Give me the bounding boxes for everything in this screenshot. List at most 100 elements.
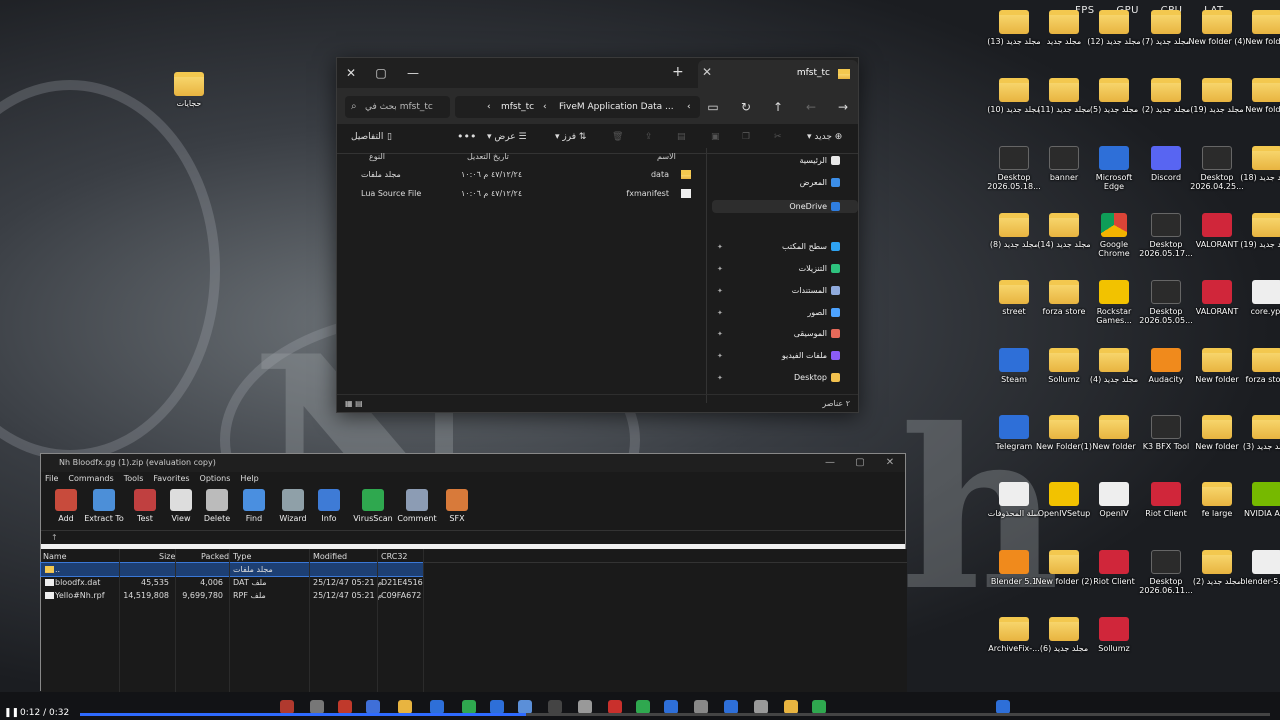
desktop-icon[interactable]: مجلد جديد (3) xyxy=(1238,409,1280,473)
view-toggle-icons[interactable]: ▦ ▤ xyxy=(345,399,363,408)
menu-item[interactable]: Favorites xyxy=(153,474,189,483)
up-arrow-icon[interactable]: ↑ xyxy=(766,96,790,118)
sidebar-item[interactable]: ملفات الفيديو xyxy=(782,351,840,360)
monitor-icon[interactable]: ▭ xyxy=(701,96,725,118)
breadcrumb-overflow[interactable]: ... xyxy=(665,96,674,118)
details-button[interactable]: التفاصيل xyxy=(351,132,383,142)
menu-item[interactable]: Options xyxy=(200,474,231,483)
column-name[interactable]: Name xyxy=(43,552,67,561)
desktop-icon[interactable]: forza store xyxy=(1238,342,1280,406)
desktop-icon[interactable]: Riot Client xyxy=(1137,476,1195,540)
column-packed[interactable]: Packed xyxy=(201,552,229,561)
new-button[interactable]: ▾ جديد ⊕ xyxy=(807,132,842,142)
desktop-icon[interactable]: NVIDIA App xyxy=(1238,476,1280,540)
maximize-icon[interactable]: ▢ xyxy=(845,454,875,472)
desktop-icon[interactable]: K3 BFX Tool xyxy=(1137,409,1195,473)
pin-icon[interactable]: ✦ xyxy=(717,287,723,295)
delete-icon[interactable]: 🗑 xyxy=(612,132,623,142)
pin-icon[interactable]: ✦ xyxy=(717,265,723,273)
desktop-icon[interactable]: Google Chrome xyxy=(1085,207,1143,271)
refresh-icon[interactable]: ↻ xyxy=(734,96,758,118)
desktop-icon[interactable]: OpenIV xyxy=(1085,476,1143,540)
desktop-icon[interactable]: Microsoft Edge xyxy=(1085,140,1143,204)
toolbar-button[interactable]: SFX xyxy=(435,489,479,523)
more-options-icon[interactable]: ••• xyxy=(457,130,476,143)
search-input[interactable]: ⌕ بحث في mfst_tc xyxy=(345,96,450,118)
desktop-icon[interactable]: مجلد جديد (2) xyxy=(1137,72,1195,136)
desktop-icon[interactable]: core.ypt xyxy=(1238,274,1280,338)
pin-icon[interactable]: ✦ xyxy=(717,374,723,382)
cut-icon[interactable]: ✂ xyxy=(774,132,782,142)
column-crc32[interactable]: CRC32 xyxy=(381,552,408,561)
column-date[interactable]: تاريخ التعديل xyxy=(467,152,509,161)
address-bar[interactable]: ‹ mfst_tc ‹ FiveM Application Data ... ‹ xyxy=(455,96,700,118)
pin-icon[interactable]: ✦ xyxy=(717,243,723,251)
desktop-icon[interactable]: Discord xyxy=(1137,140,1195,204)
tab-mfst-tc[interactable]: ✕ mfst_tc xyxy=(698,60,858,88)
pause-icon[interactable]: ❚❚ xyxy=(4,708,19,718)
desktop-icon[interactable]: مجلد جديد (7) xyxy=(1137,4,1195,68)
sidebar-item[interactable]: المعرض xyxy=(800,178,840,187)
menu-item[interactable]: Help xyxy=(240,474,258,483)
details-pane-icon[interactable]: ▯ xyxy=(387,132,392,142)
archive-row[interactable]: bloodfx.dat 45,535 4,006 DAT ملف 25/12/47 05… xyxy=(41,576,907,589)
toolbar-button[interactable]: VirusScan xyxy=(351,489,395,523)
desktop-icon[interactable]: مجلد جديد (4) xyxy=(1085,342,1143,406)
column-modified[interactable]: Modified xyxy=(313,552,347,561)
menu-item[interactable]: File xyxy=(45,474,58,483)
paste-icon[interactable]: ▣ xyxy=(711,132,720,142)
sidebar-item[interactable]: المستندات xyxy=(792,286,840,295)
forward-arrow-icon[interactable]: → xyxy=(831,96,855,118)
up-one-level[interactable]: ↑ xyxy=(41,530,905,544)
share-icon[interactable]: ⇪ xyxy=(645,132,653,142)
archive-row[interactable]: Yello#Nh.rpf 14,519,808 9,699,780 RPF ملف 25… xyxy=(41,589,907,602)
desktop-icon[interactable]: Desktop 2026.05.17... xyxy=(1137,207,1195,271)
copy-icon[interactable]: ❐ xyxy=(742,132,750,142)
pin-icon[interactable]: ✦ xyxy=(717,309,723,317)
archive-row[interactable]: .. مجلد ملفات xyxy=(40,562,424,577)
column-type[interactable]: النوع xyxy=(369,152,385,161)
sidebar-item[interactable]: التنزيلات xyxy=(799,264,840,273)
toolbar-button[interactable]: Comment xyxy=(395,489,439,523)
new-tab-button[interactable]: + xyxy=(672,64,684,80)
desktop-icon[interactable]: New folder xyxy=(1238,72,1280,136)
desktop-icon[interactable]: مجلد جديد (5) xyxy=(1085,72,1143,136)
desktop-icon[interactable]: Rockstar Games... xyxy=(1085,274,1143,338)
pin-icon[interactable]: ✦ xyxy=(717,330,723,338)
desktop-icon[interactable]: Sollumz xyxy=(1085,611,1143,675)
desktop-icon[interactable]: New folder xyxy=(1085,409,1143,473)
maximize-icon[interactable]: ▢ xyxy=(367,58,395,88)
close-icon[interactable]: ✕ xyxy=(875,454,905,472)
sidebar-item[interactable]: OneDrive xyxy=(712,200,858,213)
tab-close-icon[interactable]: ✕ xyxy=(702,65,712,79)
toolbar-button[interactable]: Find xyxy=(232,489,276,523)
minimize-icon[interactable]: — xyxy=(399,58,427,88)
file-row[interactable]: مجلد ملفات ٤٧/١٢/٢٤ م ١٠:٠٦ data xyxy=(337,166,697,184)
column-type[interactable]: Type xyxy=(233,552,251,561)
back-arrow-icon[interactable]: ← xyxy=(799,96,823,118)
desktop-icon[interactable]: مجلد جديد (12) xyxy=(1085,4,1143,68)
breadcrumb-item[interactable]: FiveM Application Data xyxy=(559,96,662,118)
pin-icon[interactable]: ✦ xyxy=(717,352,723,360)
menu-item[interactable]: Tools xyxy=(124,474,144,483)
seek-bar[interactable] xyxy=(80,713,1270,716)
desktop-icon[interactable]: Desktop 2026.06.11... xyxy=(1137,544,1195,608)
file-row[interactable]: Lua Source File ٤٧/١٢/٢٤ م ١٠:٠٦ fxmanifes… xyxy=(337,185,697,203)
desktop-icon[interactable]: مجلد جديد (18) xyxy=(1238,140,1280,204)
view-button[interactable]: ▾ عرض ☰ xyxy=(487,132,527,142)
menu-item[interactable]: Commands xyxy=(68,474,113,483)
sidebar-item[interactable]: الصور xyxy=(807,308,840,317)
sidebar-item[interactable]: الرئيسية xyxy=(799,156,840,165)
desktop-icon[interactable]: New folder xyxy=(1238,4,1280,68)
toolbar-button[interactable]: Info xyxy=(307,489,351,523)
sidebar-item[interactable]: Desktop xyxy=(794,373,840,382)
rename-icon[interactable]: ▤ xyxy=(677,132,686,142)
breadcrumb-item[interactable]: mfst_tc xyxy=(501,96,534,118)
sidebar-item[interactable]: الموسيقى xyxy=(794,329,840,338)
desktop-icon[interactable]: حجايات xyxy=(160,66,218,130)
desktop-icon[interactable]: Desktop 2026.05.05... xyxy=(1137,274,1195,338)
column-name[interactable]: الاسم xyxy=(657,152,676,161)
desktop-icon[interactable]: blender-5.1... xyxy=(1238,544,1280,608)
desktop-icon[interactable]: Riot Client xyxy=(1085,544,1143,608)
sort-button[interactable]: ▾ فرز ⇅ xyxy=(555,132,586,142)
